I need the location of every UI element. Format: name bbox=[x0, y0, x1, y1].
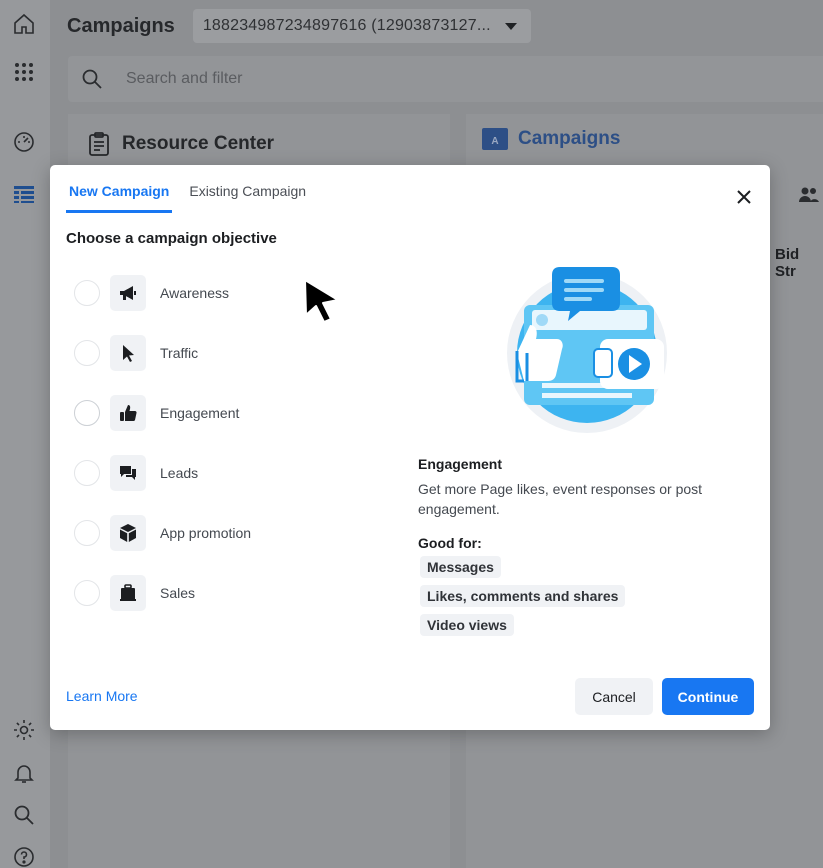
objective-list: Awareness Traffic Engagement Leads App p… bbox=[70, 263, 390, 623]
campaign-tabs: New Campaign Existing Campaign bbox=[66, 165, 323, 213]
resource-center-title: Resource Center bbox=[88, 132, 274, 156]
apps-grid-icon[interactable] bbox=[10, 58, 38, 86]
continue-button[interactable]: Continue bbox=[662, 678, 754, 715]
bell-icon[interactable] bbox=[10, 759, 38, 787]
megaphone-icon bbox=[110, 275, 146, 311]
radio-button[interactable] bbox=[74, 580, 100, 606]
close-icon[interactable] bbox=[732, 185, 756, 209]
folder-icon: A bbox=[482, 128, 508, 150]
account-selector[interactable]: 188234987234897616 (12903873127... bbox=[192, 9, 531, 43]
clipboard-icon bbox=[89, 132, 109, 156]
radio-button[interactable] bbox=[74, 280, 100, 306]
help-icon[interactable] bbox=[10, 843, 38, 868]
tab-existing-campaign[interactable]: Existing Campaign bbox=[186, 165, 309, 213]
good-for-chip: Messages bbox=[420, 556, 501, 578]
create-campaign-dialog: New Campaign Existing Campaign Choose a … bbox=[50, 165, 770, 730]
gear-icon[interactable] bbox=[10, 716, 38, 744]
search-icon[interactable] bbox=[10, 801, 38, 829]
home-icon[interactable] bbox=[10, 10, 38, 38]
tab-new-campaign[interactable]: New Campaign bbox=[66, 165, 173, 213]
search-icon bbox=[82, 69, 102, 89]
objective-app-promotion[interactable]: App promotion bbox=[70, 503, 390, 563]
dashboard-gauge-icon[interactable] bbox=[10, 128, 38, 156]
left-nav-rail bbox=[0, 0, 50, 868]
top-bar: Campaigns 188234987234897616 (1290387312… bbox=[50, 0, 823, 52]
objective-awareness[interactable]: Awareness bbox=[70, 263, 390, 323]
thumbs-up-icon bbox=[110, 395, 146, 431]
objective-leads[interactable]: Leads bbox=[70, 443, 390, 503]
table-icon[interactable] bbox=[10, 180, 38, 208]
objective-engagement[interactable]: Engagement bbox=[70, 383, 390, 443]
objective-detail-description: Get more Page likes, event responses or … bbox=[418, 481, 703, 517]
good-for-chip: Video views bbox=[420, 614, 514, 636]
page-title: Campaigns bbox=[67, 14, 175, 37]
column-header-bid-strategy[interactable]: Bid Str bbox=[775, 246, 823, 280]
pointer-icon bbox=[110, 335, 146, 371]
objective-detail-title: Engagement bbox=[418, 456, 503, 472]
cube-icon bbox=[110, 515, 146, 551]
people-icon[interactable] bbox=[798, 186, 820, 204]
learn-more-link[interactable]: Learn More bbox=[66, 688, 138, 704]
radio-button[interactable] bbox=[74, 340, 100, 366]
objective-traffic[interactable]: Traffic bbox=[70, 323, 390, 383]
search-filter-bar[interactable]: Search and filter bbox=[68, 56, 823, 102]
objective-label: Leads bbox=[160, 465, 199, 481]
radio-button[interactable] bbox=[74, 400, 100, 426]
good-for-label: Good for: bbox=[418, 535, 482, 551]
objective-label: Awareness bbox=[160, 285, 230, 301]
chat-bubbles-icon bbox=[110, 455, 146, 491]
search-placeholder: Search and filter bbox=[126, 70, 243, 87]
cancel-button[interactable]: Cancel bbox=[575, 678, 653, 715]
caret-down-icon bbox=[504, 22, 517, 30]
objective-label: Traffic bbox=[160, 345, 199, 361]
account-selector-label: 188234987234897616 (12903873127... bbox=[202, 17, 491, 34]
objective-heading: Choose a campaign objective bbox=[66, 230, 277, 247]
good-for-chip: Likes, comments and shares bbox=[420, 585, 626, 607]
radio-button[interactable] bbox=[74, 520, 100, 546]
briefcase-icon bbox=[110, 575, 146, 611]
engagement-illustration bbox=[507, 267, 667, 433]
objective-sales[interactable]: Sales bbox=[70, 563, 390, 623]
radio-button[interactable] bbox=[74, 460, 100, 486]
campaigns-panel-title[interactable]: A Campaigns bbox=[482, 128, 620, 150]
good-for-list: Messages Likes, comments and shares Vide… bbox=[420, 556, 626, 643]
objective-label: Sales bbox=[160, 585, 196, 601]
objective-label: App promotion bbox=[160, 525, 252, 541]
objective-label: Engagement bbox=[160, 405, 240, 421]
